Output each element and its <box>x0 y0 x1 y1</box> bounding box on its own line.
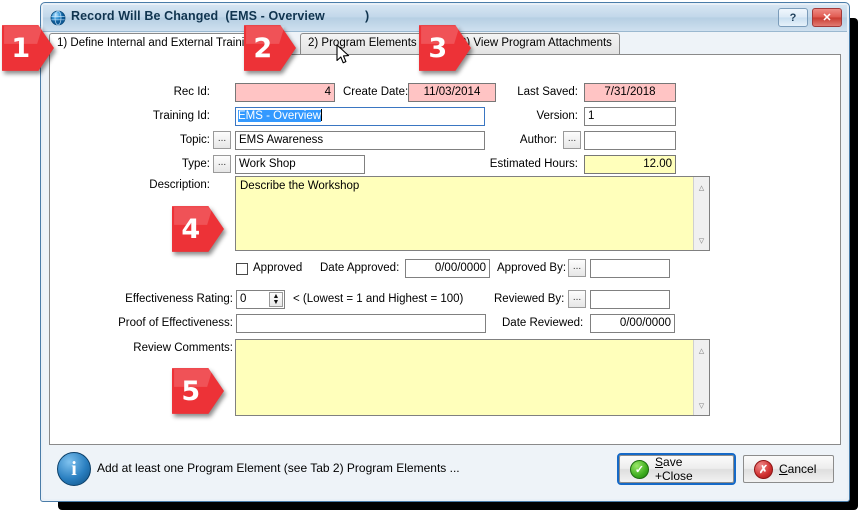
type-picker-button[interactable]: ... <box>213 155 231 173</box>
version-label: Version: <box>536 110 578 122</box>
window-title-suffix: ) <box>365 9 370 23</box>
approved-label: Approved <box>253 262 303 274</box>
status-message: Add at least one Program Element (see Ta… <box>97 461 460 475</box>
window-title: Record Will Be Changed (EMS - Overview <box>71 9 325 23</box>
description-textarea[interactable]: Describe the Workshop ▵ ▿ <box>235 176 710 251</box>
tab-view-attachments[interactable]: 3) View Program Attachments <box>452 33 620 55</box>
approved-by-label: Approved By: <box>497 262 567 274</box>
callout-badge-4: 4 <box>172 203 224 255</box>
callout-badge-2: 2 <box>244 22 296 74</box>
training-id-label: Training Id: <box>152 110 210 122</box>
proof-of-effectiveness-field[interactable] <box>236 314 486 333</box>
reviewed-by-picker-button[interactable]: ... <box>568 290 586 308</box>
reviewed-by-field[interactable] <box>590 290 670 309</box>
description-value: Describe the Workshop <box>240 180 360 192</box>
badge-number: 5 <box>181 375 201 407</box>
cancel-button-label: Cancel <box>779 462 817 476</box>
topic-field[interactable]: EMS Awareness <box>235 131 485 150</box>
approved-by-field[interactable] <box>590 259 670 278</box>
window-inner: Record Will Be Changed (EMS - Overview )… <box>43 5 847 499</box>
close-button[interactable]: ✕ <box>812 8 842 27</box>
status-bar: i Add at least one Program Element (see … <box>49 447 841 493</box>
description-label: Description: <box>149 179 210 191</box>
approved-checkbox[interactable] <box>236 263 248 275</box>
version-field[interactable]: 1 <box>584 107 676 126</box>
chevron-down-icon[interactable]: ▿ <box>694 397 709 413</box>
effectiveness-rating-hint: < (Lowest = 1 and Highest = 100) <box>293 293 464 305</box>
effectiveness-rating-stepper[interactable]: 0 ▲ ▼ <box>236 290 285 309</box>
help-button[interactable]: ? <box>778 8 808 27</box>
tab-panel-define-training: Rec Id: 4 Create Date: 11/03/2014 Last S… <box>49 54 841 445</box>
date-approved-field[interactable]: 0/00/0000 <box>405 259 490 278</box>
badge-number: 4 <box>181 213 201 245</box>
chevron-down-icon[interactable]: ▿ <box>694 232 709 248</box>
save-button-label: Save +Close <box>655 455 693 483</box>
last-saved-label: Last Saved: <box>517 86 578 98</box>
author-picker-button[interactable]: ... <box>563 131 581 149</box>
x-circle-icon: ✗ <box>754 459 773 479</box>
effectiveness-rating-label: Effectiveness Rating: <box>125 293 233 305</box>
cancel-button[interactable]: ✗ Cancel <box>743 455 834 483</box>
estimated-hours-field[interactable]: 12.00 <box>584 155 676 174</box>
type-field[interactable]: Work Shop <box>235 155 365 174</box>
save-and-close-button[interactable]: ✓ Save +Close <box>617 453 736 485</box>
reviewed-by-label: Reviewed By: <box>494 293 565 305</box>
estimated-hours-label: Estimated Hours: <box>489 158 578 170</box>
callout-badge-1: 1 <box>2 22 54 74</box>
topic-picker-button[interactable]: ... <box>213 131 231 149</box>
chevron-up-icon[interactable]: ▵ <box>694 342 709 358</box>
author-label: Author: <box>519 134 557 146</box>
last-saved-field: 7/31/2018 <box>584 83 676 102</box>
title-bar-buttons: ? ✕ <box>778 8 842 27</box>
review-comments-textarea[interactable]: ▵ ▿ <box>235 339 710 416</box>
chevron-up-icon[interactable]: ▵ <box>694 179 709 195</box>
badge-number: 1 <box>11 32 31 64</box>
info-icon: i <box>57 452 91 486</box>
dialog-window: Record Will Be Changed (EMS - Overview )… <box>40 2 850 502</box>
callout-badge-3: 3 <box>419 22 471 74</box>
proof-of-effectiveness-label: Proof of Effectiveness: <box>118 317 233 329</box>
author-field[interactable] <box>584 131 676 150</box>
badge-number: 3 <box>428 32 448 64</box>
callout-badge-5: 5 <box>172 365 224 417</box>
stepper-arrows-icon[interactable]: ▲ ▼ <box>269 292 283 307</box>
rec-id-label: Rec Id: <box>173 86 210 98</box>
check-circle-icon: ✓ <box>630 459 649 479</box>
tab-define-training[interactable]: 1) Define Internal and External Training <box>49 33 266 55</box>
create-date-label: Create Date: <box>343 86 409 98</box>
approved-by-picker-button[interactable]: ... <box>568 259 586 277</box>
description-scrollbar[interactable]: ▵ ▿ <box>693 177 709 250</box>
type-label: Type: <box>181 158 210 170</box>
review-comments-scrollbar[interactable]: ▵ ▿ <box>693 340 709 415</box>
date-reviewed-label: Date Reviewed: <box>502 317 584 329</box>
review-comments-label: Review Comments: <box>133 342 233 354</box>
rec-id-field: 4 <box>235 83 335 102</box>
training-id-field[interactable]: EMS - Overview <box>235 107 485 126</box>
mouse-cursor <box>336 44 352 69</box>
badge-number: 2 <box>253 32 273 64</box>
training-id-value: EMS - Overview <box>238 110 322 122</box>
topic-label: Topic: <box>179 134 210 146</box>
date-reviewed-field[interactable]: 0/00/0000 <box>590 314 675 333</box>
date-approved-label: Date Approved: <box>320 262 400 274</box>
effectiveness-rating-value: 0 <box>240 293 247 305</box>
text-caret <box>321 109 323 121</box>
